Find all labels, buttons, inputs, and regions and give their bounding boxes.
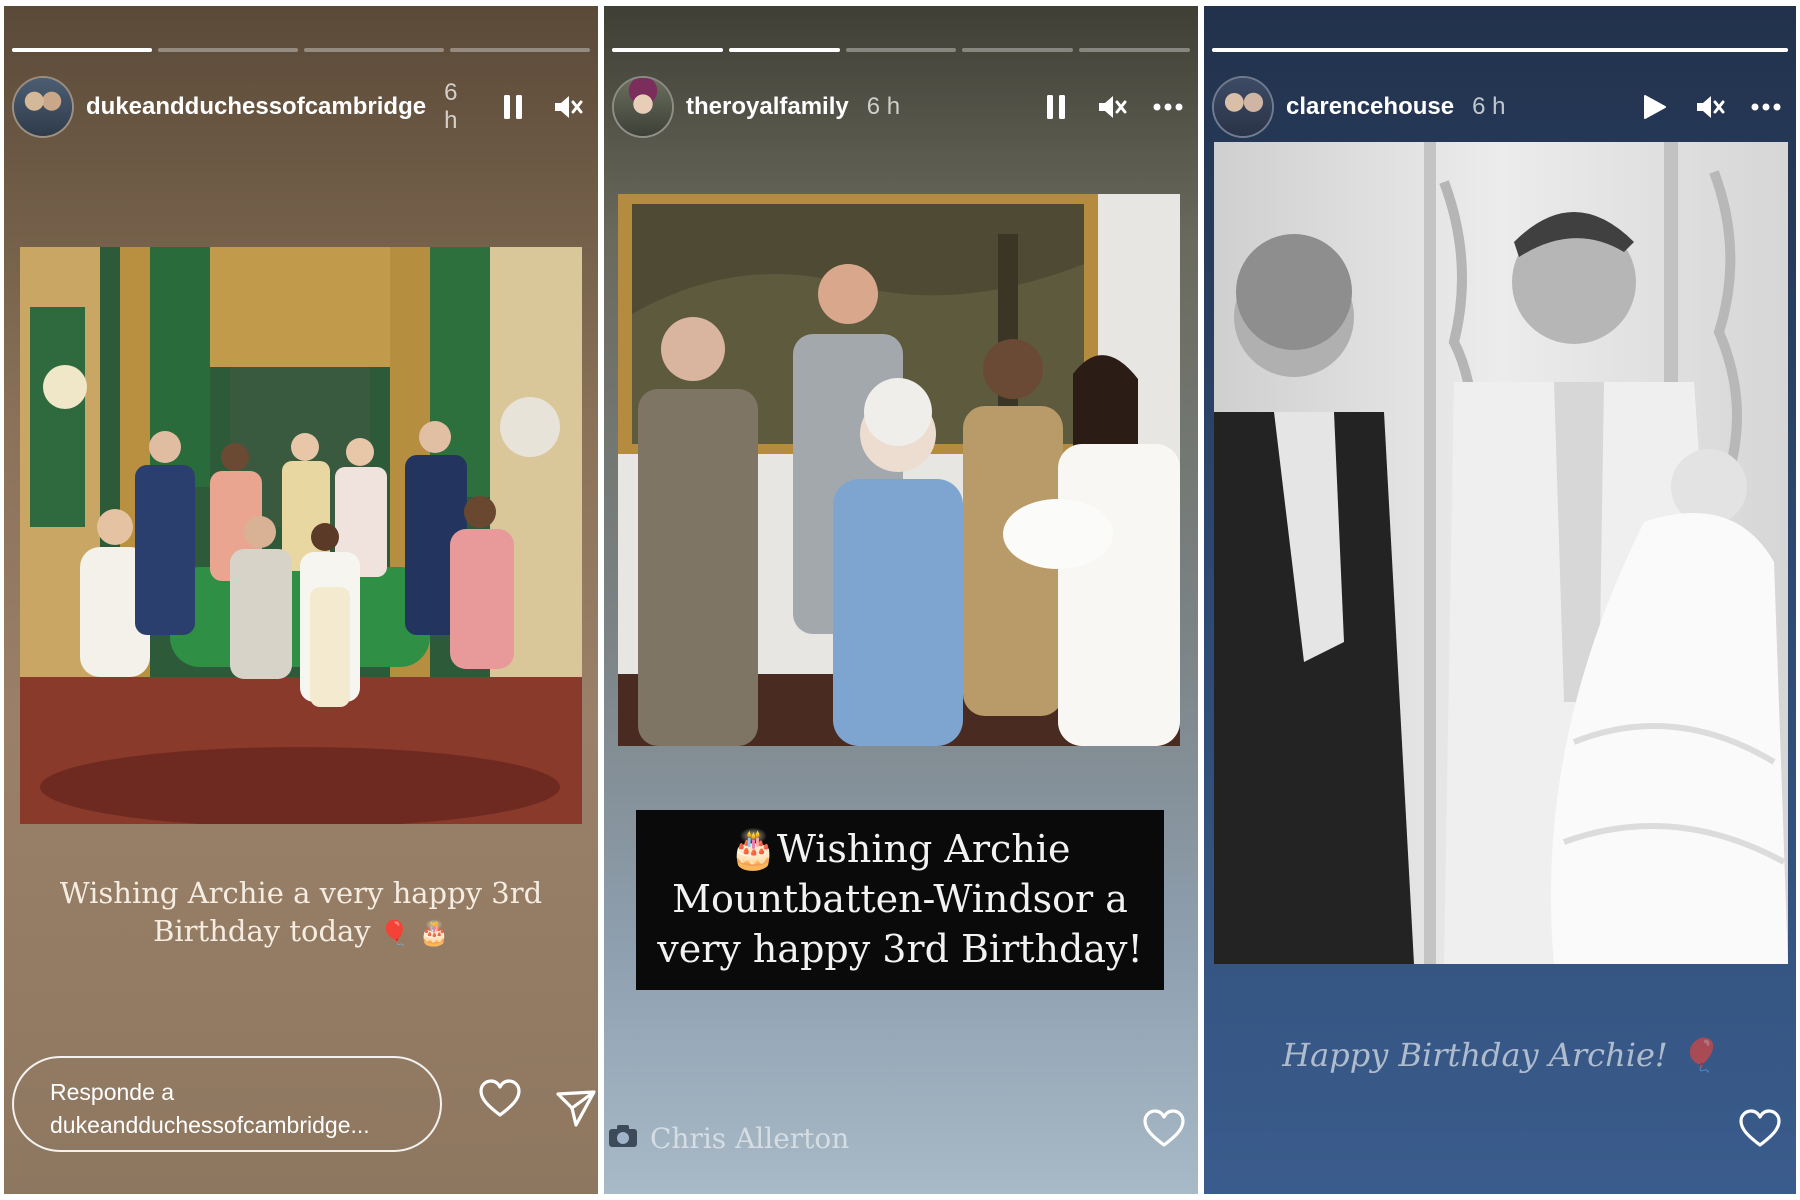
username[interactable]: clarencehouse (1286, 93, 1454, 121)
progress-segment (12, 48, 152, 52)
story-header: dukeandduchessofcambridge 6 h (14, 78, 588, 136)
progress-segment (845, 48, 957, 52)
story-progress-bar (12, 48, 590, 52)
caption-line: Birthday today 🎈 🎂 (44, 912, 558, 952)
reply-input[interactable]: Responde a dukeandduchessofcambridge... (12, 1056, 442, 1152)
camera-icon (608, 1122, 638, 1155)
story-progress-bar (1212, 48, 1788, 52)
caption-line: very happy 3rd Birthday! (657, 927, 1143, 971)
caption-line: 🎂Wishing Archie (729, 827, 1071, 871)
heart-icon[interactable] (1736, 1104, 1784, 1152)
progress-segment (304, 48, 444, 52)
post-time: 6 h (1472, 93, 1506, 120)
progress-segment (1212, 48, 1788, 52)
post-time: 6 h (444, 79, 458, 134)
story-header: theroyalfamily 6 h (614, 78, 1188, 136)
story-caption: Wishing Archie a very happy 3rd Birthday… (44, 874, 558, 952)
avatar[interactable] (1214, 78, 1272, 136)
avatar[interactable] (14, 78, 72, 136)
story-progress-bar (612, 48, 1190, 52)
caption-line: Wishing Archie a very happy 3rd (59, 876, 543, 910)
post-time: 6 h (866, 93, 901, 120)
story-panel-theroyalfamily: theroyalfamily 6 h 🎂Wishing Archie Mount… (604, 6, 1198, 1194)
more-icon[interactable] (1746, 87, 1786, 127)
story-photo (20, 247, 582, 824)
mute-icon[interactable] (549, 87, 588, 127)
play-icon[interactable] (1634, 87, 1674, 127)
pause-icon[interactable] (493, 87, 532, 127)
pause-icon[interactable] (1036, 87, 1076, 127)
progress-segment (450, 48, 590, 52)
caption-text: Birthday today (153, 914, 371, 948)
progress-segment (158, 48, 298, 52)
progress-segment (1079, 48, 1190, 52)
story-photo (1214, 142, 1788, 964)
story-caption: Happy Birthday Archie! 🎈 (1282, 1036, 1718, 1074)
progress-segment (962, 48, 1074, 52)
reply-placeholder-line: dukeandduchessofcambridge... (50, 1112, 370, 1138)
story-caption: 🎂Wishing Archie Mountbatten-Windsor a ve… (636, 810, 1164, 990)
mute-icon[interactable] (1092, 87, 1132, 127)
story-header: clarencehouse 6 h (1214, 78, 1786, 136)
reply-placeholder-line: Responde a (50, 1079, 175, 1105)
heart-icon[interactable] (476, 1074, 524, 1122)
credit-text: Chris Allerton (650, 1122, 850, 1155)
photo-credit: Chris Allerton (608, 1122, 849, 1155)
progress-segment (612, 48, 723, 52)
username[interactable]: theroyalfamily (686, 93, 849, 121)
balloon-emoji: 🎈 (379, 919, 410, 947)
avatar[interactable] (614, 78, 672, 136)
cake-emoji: 🎂 (419, 919, 449, 947)
more-icon[interactable] (1148, 87, 1188, 127)
story-panel-clarencehouse: clarencehouse 6 h Happy Birthday Archie!… (1204, 6, 1796, 1194)
heart-icon[interactable] (1140, 1104, 1188, 1152)
story-panel-dukeandduchessofcambridge: dukeandduchessofcambridge 6 h Wishing Ar… (4, 6, 598, 1194)
send-icon[interactable] (552, 1084, 598, 1132)
progress-segment (728, 48, 840, 52)
username[interactable]: dukeandduchessofcambridge (86, 93, 426, 121)
story-photo (618, 194, 1180, 746)
mute-icon[interactable] (1690, 87, 1730, 127)
caption-line: Mountbatten-Windsor a (672, 877, 1128, 921)
